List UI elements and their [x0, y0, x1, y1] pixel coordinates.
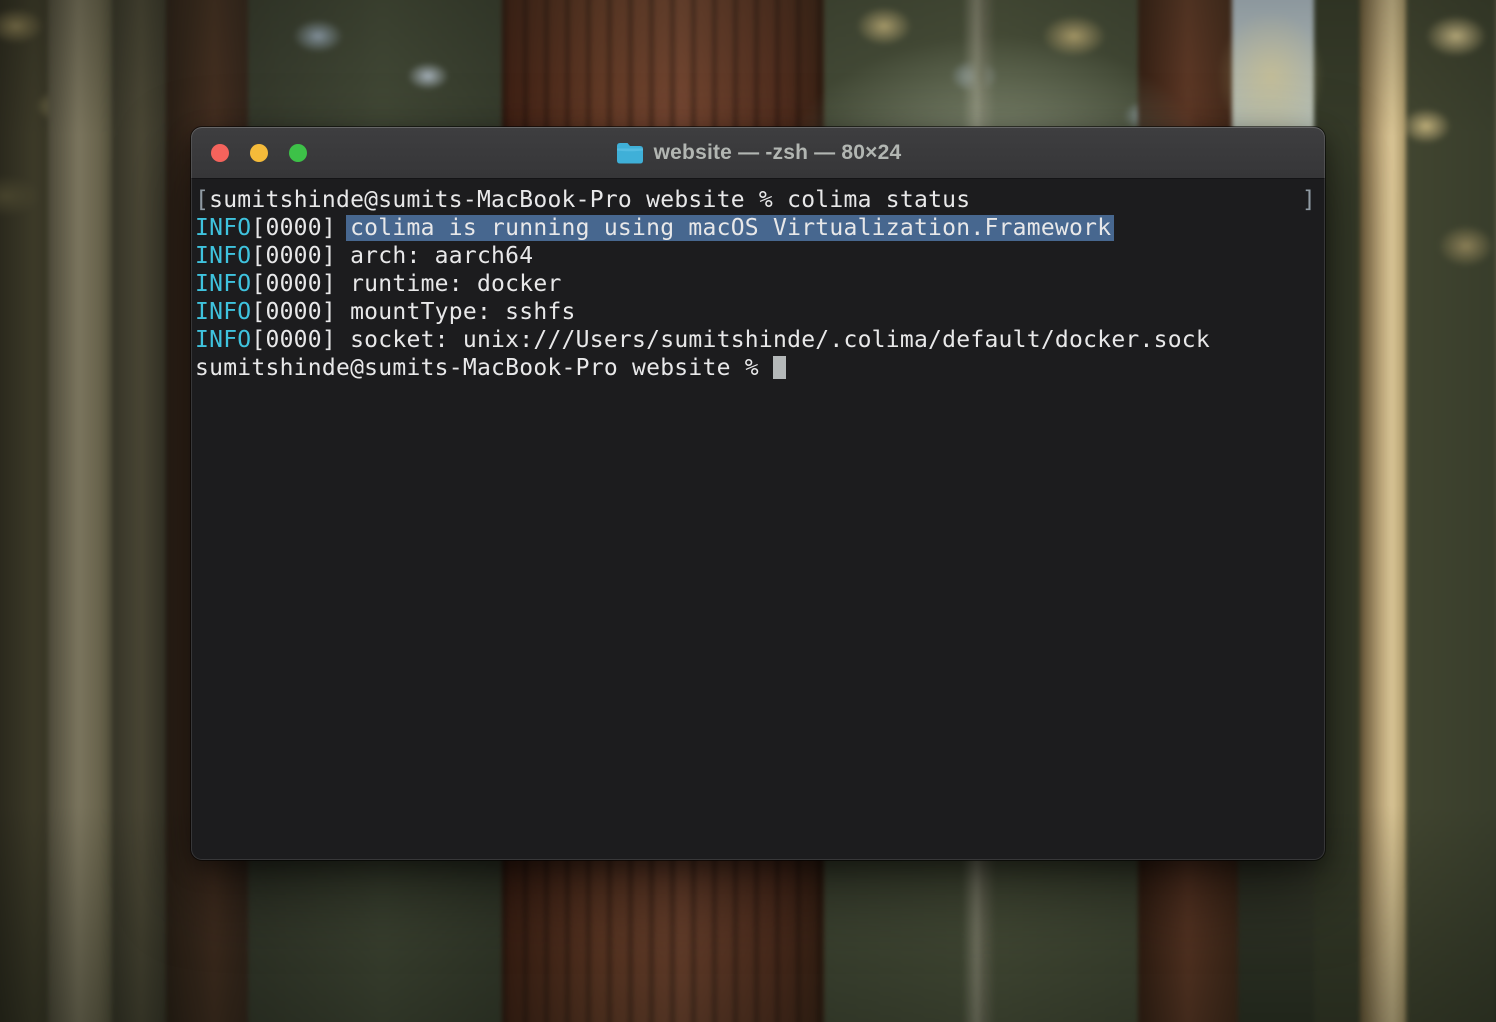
title-group: website — -zsh — 80×24 — [615, 140, 902, 166]
traffic-lights — [211, 127, 307, 178]
terminal-line-log: INFO[0000] mountType: sshfs — [195, 298, 1319, 326]
terminal-titlebar[interactable]: website — -zsh — 80×24 — [191, 127, 1325, 179]
desktop: website — -zsh — 80×24 [sumitshinde@sumi… — [0, 0, 1496, 1022]
terminal-line-log: INFO[0000] arch: aarch64 — [195, 242, 1319, 270]
close-button[interactable] — [211, 144, 229, 162]
prompt-mark-close: ] — [1302, 186, 1316, 214]
log-level: INFO — [195, 327, 251, 353]
log-tag: [0000] — [251, 271, 350, 297]
log-tag: [0000] — [251, 299, 350, 325]
folder-icon — [615, 140, 645, 166]
terminal-line-prompt: sumitshinde@sumits-MacBook-Pro website % — [195, 354, 1319, 382]
log-level: INFO — [195, 271, 251, 297]
prompt-mark-open: [ — [195, 187, 209, 213]
log-message: arch: aarch64 — [350, 243, 533, 269]
terminal-cursor — [773, 356, 786, 379]
terminal-line-log: INFO[0000] runtime: docker — [195, 270, 1319, 298]
log-level: INFO — [195, 243, 251, 269]
terminal-screen[interactable]: [sumitshinde@sumits-MacBook-Pro website … — [191, 179, 1325, 859]
log-level: INFO — [195, 299, 251, 325]
minimize-button[interactable] — [250, 144, 268, 162]
log-level: INFO — [195, 215, 251, 241]
log-tag: [0000] — [251, 215, 350, 241]
command-text: sumitshinde@sumits-MacBook-Pro website %… — [209, 187, 970, 213]
log-message: runtime: docker — [350, 271, 561, 297]
log-tag: [0000] — [251, 327, 350, 353]
terminal-line-log: INFO[0000] socket: unix:///Users/sumitsh… — [195, 326, 1319, 354]
log-message: socket: unix:///Users/sumitshinde/.colim… — [350, 327, 1210, 353]
log-tag: [0000] — [251, 243, 350, 269]
zoom-button[interactable] — [289, 144, 307, 162]
log-message: mountType: sshfs — [350, 299, 576, 325]
terminal-line-log: INFO[0000] colima is running using macOS… — [195, 214, 1319, 242]
prompt-text: sumitshinde@sumits-MacBook-Pro website % — [195, 355, 773, 381]
window-title: website — -zsh — 80×24 — [654, 141, 902, 165]
terminal-line-command: [sumitshinde@sumits-MacBook-Pro website … — [195, 186, 1319, 214]
terminal-window: website — -zsh — 80×24 [sumitshinde@sumi… — [191, 127, 1325, 860]
log-message-selected[interactable]: colima is running using macOS Virtualiza… — [346, 215, 1114, 241]
